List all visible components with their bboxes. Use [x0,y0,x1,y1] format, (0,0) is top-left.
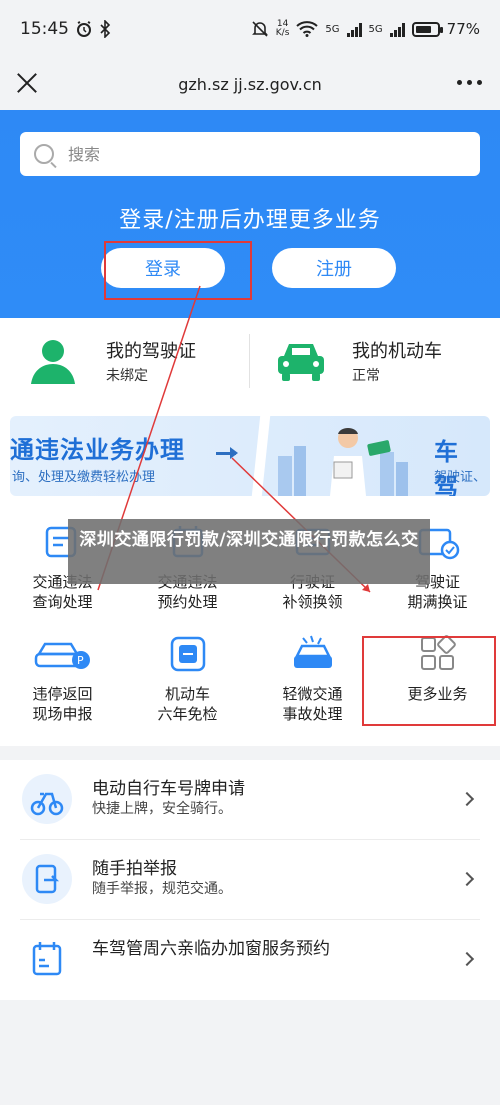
list-item-photo-report[interactable]: 随手拍举报 随手举报，规范交通。 [0,840,500,920]
chevron-right-icon [459,791,475,807]
list-item-saturday-appointment[interactable]: 车驾管周六亲临办加窗服务预约 [0,920,500,1000]
service-list: 电动自行车号牌申请 快捷上牌，安全骑行。 随手拍举报 随手举报，规范交通。 车驾… [0,760,500,1000]
list-item-title: 车驾管周六亲临办加窗服务预约 [92,939,330,959]
list-item-desc: 快捷上牌，安全骑行。 [92,801,232,817]
chevron-right-icon [459,951,475,967]
list-item-title: 电动自行车号牌申请 [92,779,245,799]
list-item-desc: 随手举报，规范交通。 [92,881,232,897]
photo-report-icon [22,854,72,904]
calendar-icon [22,934,72,984]
ebike-icon [22,774,72,824]
watermark-caption: 深圳交通限行罚款/深圳交通限行罚款怎么交 [68,519,430,584]
list-item-ebike[interactable]: 电动自行车号牌申请 快捷上牌，安全骑行。 [0,760,500,840]
list-item-title: 随手拍举报 [92,859,177,879]
chevron-right-icon [459,871,475,887]
